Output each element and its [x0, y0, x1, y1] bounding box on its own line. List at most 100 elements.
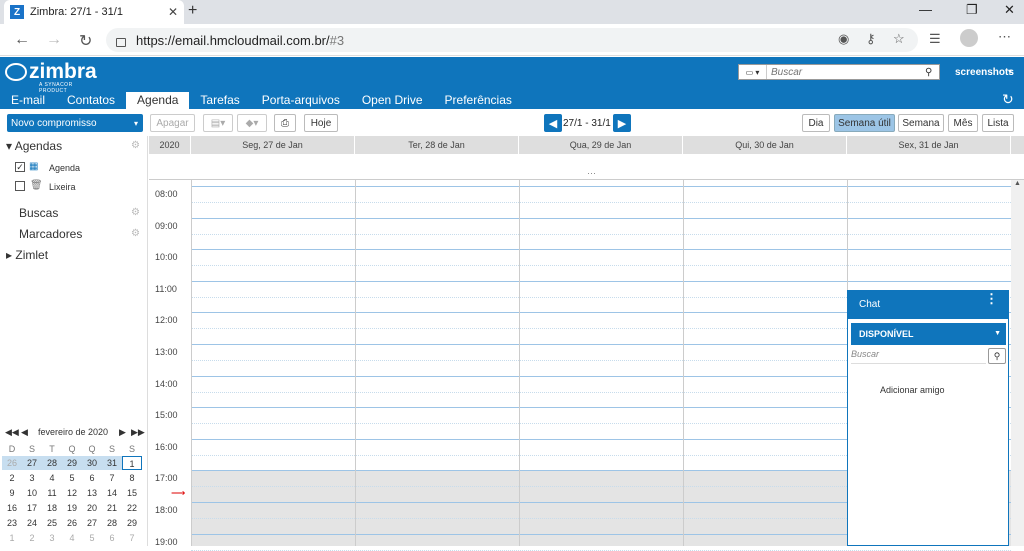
- tags-gear-icon[interactable]: ⚙: [131, 228, 140, 239]
- tab-briefcase[interactable]: Porta-arquivos: [251, 92, 351, 109]
- searches-gear-icon[interactable]: ⚙: [131, 207, 140, 218]
- trash-checkbox[interactable]: [15, 181, 25, 191]
- prev-year-icon[interactable]: ◀◀: [5, 427, 19, 438]
- username[interactable]: screenshots: [955, 67, 1014, 78]
- mini-calendar-day[interactable]: 18: [42, 501, 62, 515]
- mini-calendar-day[interactable]: 31: [102, 456, 122, 470]
- tag-icon[interactable]: ◆▾: [237, 114, 267, 132]
- chat-status-select[interactable]: DISPONÍVEL ▼: [851, 323, 1006, 345]
- mini-calendar-day[interactable]: 26: [2, 456, 22, 470]
- mini-calendar-day[interactable]: 7: [102, 471, 122, 485]
- add-friend-link[interactable]: Adicionar amigo: [880, 385, 945, 395]
- close-window-icon[interactable]: ✕: [1004, 2, 1015, 18]
- reload-icon[interactable]: ↻: [79, 31, 92, 51]
- mini-calendar-day[interactable]: 25: [42, 516, 62, 530]
- mini-calendar-day[interactable]: 5: [82, 531, 102, 545]
- mini-calendar-day[interactable]: 28: [102, 516, 122, 530]
- resize-handle-icon[interactable]: ⋯: [587, 168, 596, 179]
- mini-calendar-day[interactable]: 8: [122, 471, 142, 485]
- sidebar-item-agenda[interactable]: Agenda: [49, 163, 80, 173]
- mini-calendar-day[interactable]: 23: [2, 516, 22, 530]
- mini-calendar-day[interactable]: 11: [42, 486, 62, 500]
- key-icon[interactable]: ⚷: [866, 31, 876, 47]
- mini-calendar-day[interactable]: 13: [82, 486, 102, 500]
- day-header-fri[interactable]: Sex, 31 de Jan: [847, 136, 1011, 154]
- mini-calendar-day[interactable]: 1: [122, 456, 142, 470]
- scroll-up-icon[interactable]: ▲: [1014, 180, 1021, 187]
- mini-calendar-day[interactable]: 2: [2, 471, 22, 485]
- more-icon[interactable]: ⋯: [998, 29, 1011, 45]
- collections-icon[interactable]: ☰: [929, 31, 941, 47]
- print-options-icon[interactable]: ▤▾: [203, 114, 233, 132]
- day-header-wed[interactable]: Qua, 29 de Jan: [519, 136, 683, 154]
- mini-calendar-day[interactable]: 30: [82, 456, 102, 470]
- mini-calendar-day[interactable]: 19: [62, 501, 82, 515]
- today-button[interactable]: Hoje: [304, 114, 338, 132]
- mini-calendar-day[interactable]: 1: [2, 531, 22, 545]
- chevron-down-icon[interactable]: ▾: [134, 119, 138, 128]
- minimize-icon[interactable]: —: [919, 2, 932, 17]
- print-icon[interactable]: ⎙: [274, 114, 296, 132]
- prev-month-icon[interactable]: ◀: [21, 427, 28, 438]
- day-header-tue[interactable]: Ter, 28 de Jan: [355, 136, 519, 154]
- mini-calendar-day[interactable]: 12: [62, 486, 82, 500]
- search-icon[interactable]: ⚲: [925, 67, 939, 78]
- chat-search-input[interactable]: Buscar: [851, 349, 986, 364]
- chat-search-icon[interactable]: ⚲: [988, 348, 1006, 364]
- mini-calendar-day[interactable]: 17: [22, 501, 42, 515]
- mini-calendar-day[interactable]: 20: [82, 501, 102, 515]
- mini-calendar-day[interactable]: 9: [2, 486, 22, 500]
- restore-icon[interactable]: ❐: [966, 2, 978, 18]
- delete-button[interactable]: Apagar: [150, 114, 195, 132]
- browser-tab[interactable]: Z Zimbra: 27/1 - 31/1 ✕: [4, 0, 184, 24]
- view-month-button[interactable]: Mês: [948, 114, 978, 132]
- chat-header[interactable]: Chat: [848, 291, 1008, 319]
- tracking-icon[interactable]: ◉: [838, 31, 849, 47]
- close-tab-icon[interactable]: ✕: [168, 5, 178, 19]
- url-field[interactable]: https://email.hmcloudmail.com.br/#3: [106, 28, 918, 52]
- tab-contacts[interactable]: Contatos: [56, 92, 126, 109]
- next-year-icon[interactable]: ▶▶: [131, 427, 145, 438]
- all-day-row[interactable]: ⋯: [149, 154, 1024, 180]
- tab-open-drive[interactable]: Open Drive: [351, 92, 434, 109]
- previous-week-icon[interactable]: ◀: [544, 114, 562, 132]
- mini-calendar-day[interactable]: 29: [122, 516, 142, 530]
- view-workweek-button[interactable]: Semana útil: [834, 114, 895, 132]
- next-month-icon[interactable]: ▶: [119, 427, 126, 438]
- tab-calendar[interactable]: Agenda: [126, 92, 190, 109]
- mini-calendar-day[interactable]: 28: [42, 456, 62, 470]
- user-menu-chevron-icon[interactable]: ▾: [1008, 67, 1012, 76]
- mini-calendar-day[interactable]: 21: [102, 501, 122, 515]
- mini-calendar-day[interactable]: 16: [2, 501, 22, 515]
- search-input[interactable]: [767, 65, 925, 79]
- mini-calendar-day[interactable]: 14: [102, 486, 122, 500]
- agenda-checkbox[interactable]: ✓: [15, 162, 25, 172]
- searches-header[interactable]: Buscas: [19, 206, 58, 220]
- tab-tasks[interactable]: Tarefas: [189, 92, 250, 109]
- mini-calendar-day[interactable]: 27: [82, 516, 102, 530]
- tab-preferences[interactable]: Preferências: [434, 92, 523, 109]
- gear-icon[interactable]: ⚙: [131, 140, 140, 151]
- search-type-select[interactable]: ▭ ▾: [739, 65, 767, 79]
- mini-calendar-day[interactable]: 6: [82, 471, 102, 485]
- tab-email[interactable]: E-mail: [0, 92, 56, 109]
- back-icon[interactable]: ←: [14, 31, 30, 49]
- mini-calendar-day[interactable]: 7: [122, 531, 142, 545]
- zimlet-header[interactable]: ▸ Zimlet: [6, 248, 48, 262]
- vertical-scrollbar[interactable]: ▲: [1011, 180, 1024, 546]
- zimbra-logo[interactable]: zimbra A SYNACOR PRODUCT: [5, 60, 97, 94]
- tags-header[interactable]: Marcadores: [19, 227, 82, 241]
- mini-calendar-day[interactable]: 5: [62, 471, 82, 485]
- mini-calendar-day[interactable]: 29: [62, 456, 82, 470]
- collapse-icon[interactable]: ▾: [6, 139, 12, 153]
- day-header-thu[interactable]: Qui, 30 de Jan: [683, 136, 847, 154]
- profile-avatar[interactable]: [960, 29, 978, 47]
- mini-calendar-day[interactable]: 6: [102, 531, 122, 545]
- chat-menu-icon[interactable]: ⋮: [985, 291, 998, 307]
- sidebar-item-trash[interactable]: Lixeira: [49, 182, 76, 192]
- view-list-button[interactable]: Lista: [982, 114, 1014, 132]
- view-day-button[interactable]: Dia: [802, 114, 830, 132]
- day-header-mon[interactable]: Seg, 27 de Jan: [191, 136, 355, 154]
- mini-calendar-day[interactable]: 26: [62, 516, 82, 530]
- new-tab-button[interactable]: +: [188, 2, 197, 20]
